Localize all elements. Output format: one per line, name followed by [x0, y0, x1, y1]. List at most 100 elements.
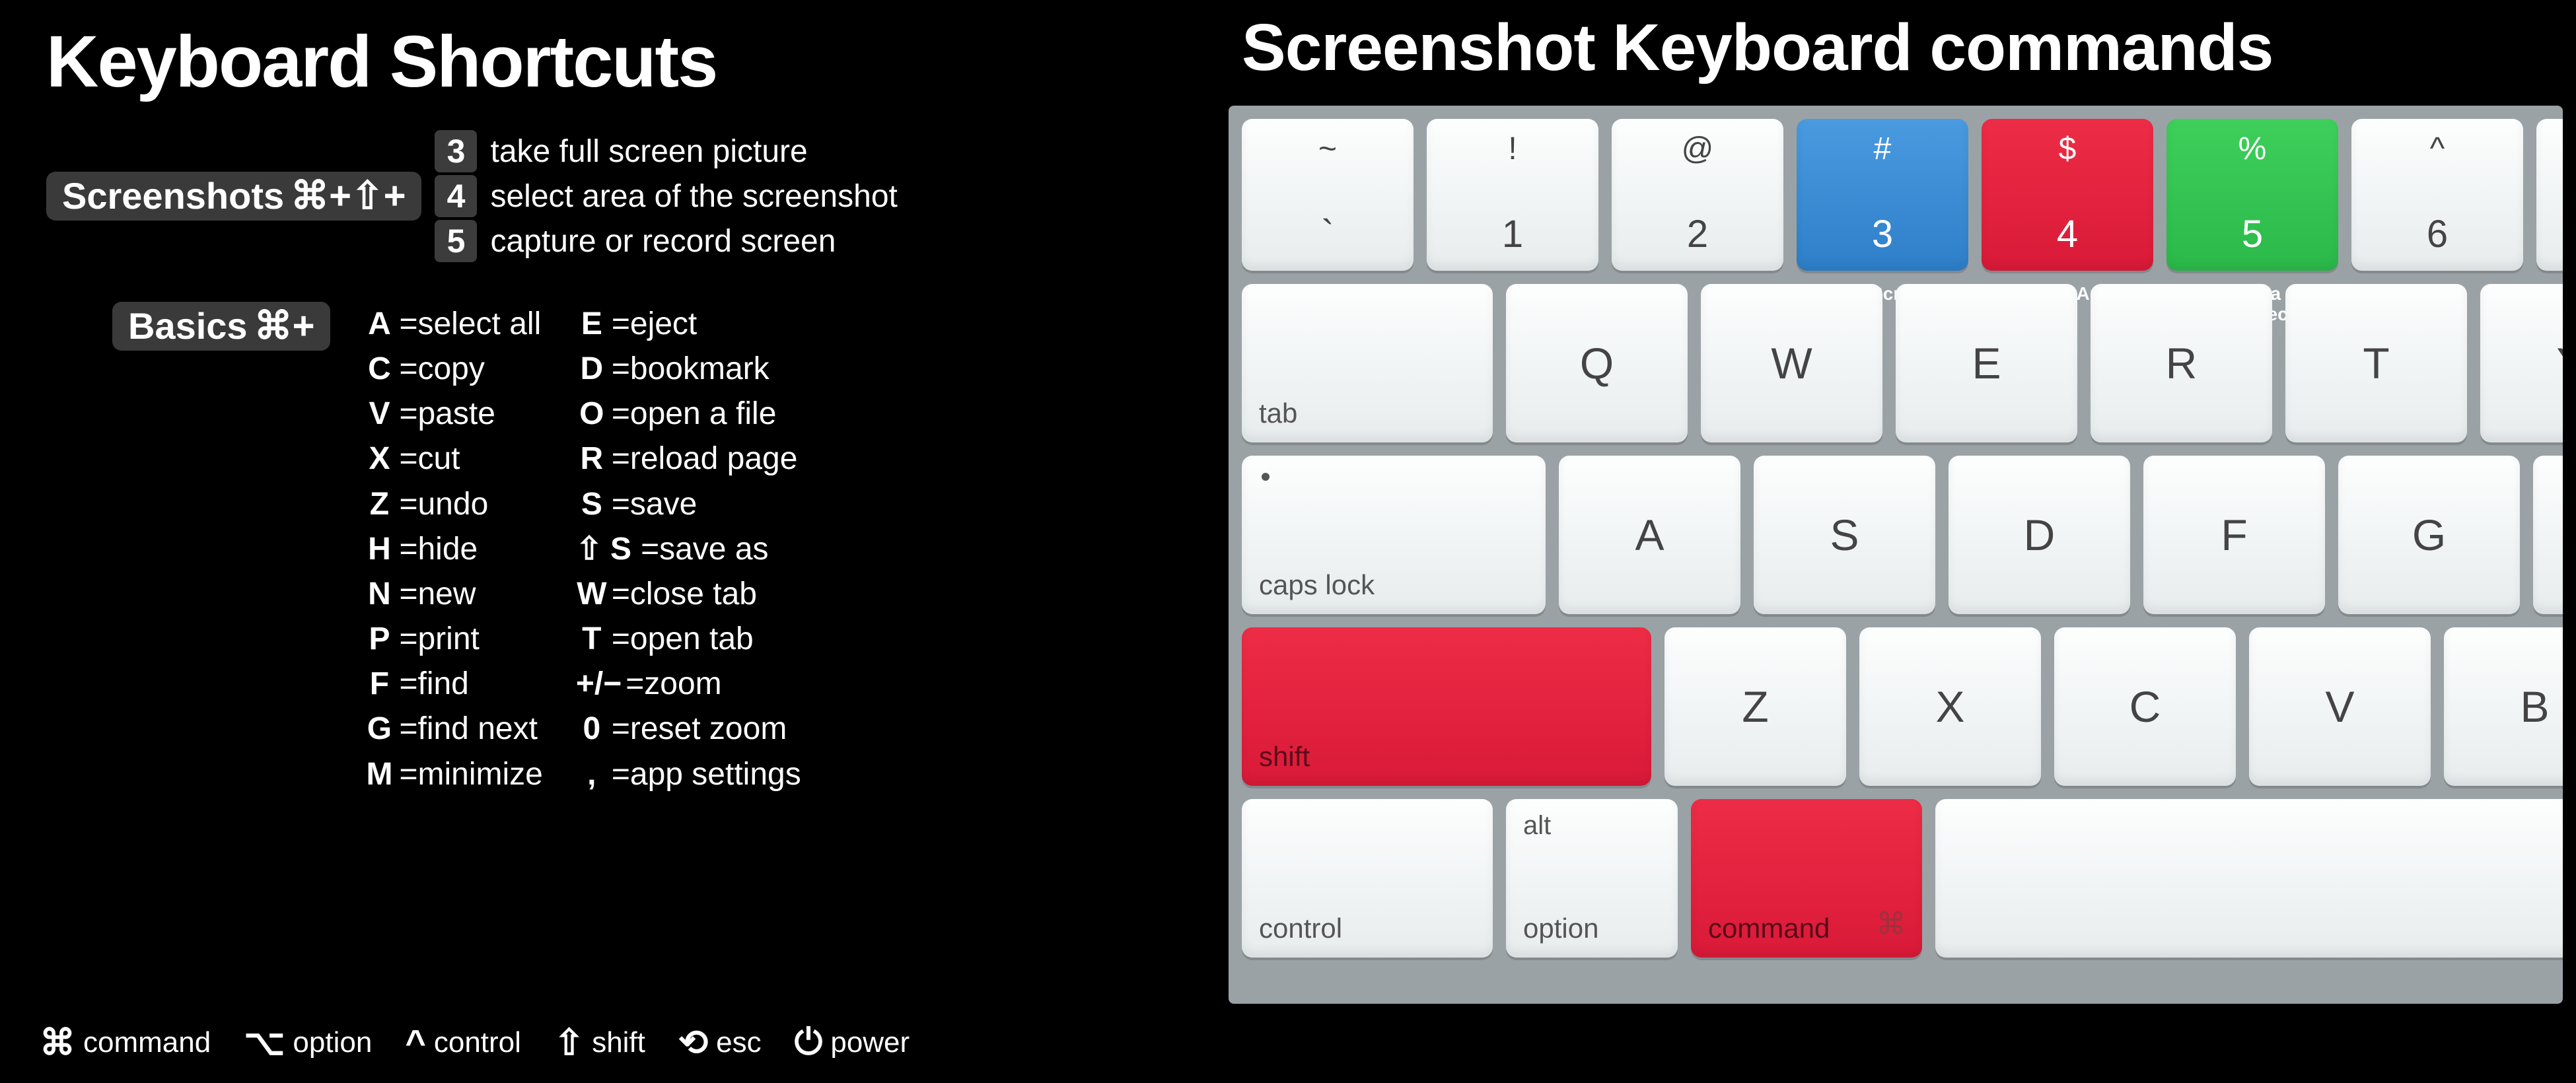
- key-V: V: [2249, 627, 2431, 786]
- screenshots-combo: ⌘+⇧+: [291, 177, 406, 215]
- shortcut-key: W: [576, 572, 608, 617]
- shortcut-key: +/−: [576, 662, 622, 707]
- basics-row: W =close tab: [576, 572, 801, 617]
- key-R: R: [2091, 284, 2272, 442]
- key-D: D: [1949, 456, 2130, 614]
- key-3: #3Full Screen: [1797, 119, 1968, 271]
- desc-4: select area of the screenshot: [490, 178, 897, 215]
- legend-item: ⌥option: [244, 1022, 372, 1063]
- key-H: H: [2533, 456, 2563, 614]
- basics-row: H =hide: [363, 527, 542, 572]
- basics-col-2: E =ejectD =bookmarkO =open a fileR =relo…: [576, 302, 801, 797]
- shortcut-desc: =reset zoom: [612, 707, 787, 751]
- shortcut-desc: =minimize: [399, 752, 542, 797]
- key-bottom-glyph: 5: [2166, 212, 2338, 256]
- key-top-glyph: ^: [2351, 131, 2523, 167]
- key-A: A: [1559, 456, 1740, 614]
- screenshot-keys-list: 3 take full screen picture 4 select area…: [435, 130, 897, 262]
- legend-name: command: [83, 1026, 211, 1059]
- key-C: C: [2054, 627, 2236, 786]
- key-top-glyph: %: [2166, 131, 2338, 167]
- screenshot-row-3: 3 take full screen picture: [435, 130, 897, 172]
- basics-row: R =reload page: [576, 437, 801, 481]
- key-S: S: [1754, 456, 1935, 614]
- basics-row: D =bookmark: [576, 347, 801, 392]
- basics-row: E =eject: [576, 302, 801, 347]
- legend-item: ⟲esc: [678, 1022, 762, 1063]
- key-caps-label: caps lock: [1259, 569, 1375, 601]
- shortcut-desc: =open a file: [612, 392, 777, 437]
- key-option: alt option: [1506, 799, 1678, 958]
- basics-text: Basics: [128, 308, 248, 345]
- basics-col-1: A =select allC =copyV =pasteX =cutZ =und…: [363, 302, 542, 797]
- keyboard-row-qwerty: tab QWERTY: [1242, 284, 2563, 442]
- key-6: ^6: [2351, 119, 2523, 271]
- key-tab-label: tab: [1259, 398, 1297, 429]
- legend-symbol-icon: ⌘: [40, 1022, 75, 1063]
- screenshots-text: Screenshots: [62, 178, 284, 215]
- basics-row: N =new: [363, 572, 542, 617]
- key-Z: Z: [1664, 627, 1846, 786]
- legend-name: control: [434, 1026, 521, 1059]
- key-top-glyph: $: [1982, 131, 2153, 167]
- key-letter: G: [2412, 510, 2446, 560]
- shortcut-key: Z: [363, 482, 395, 527]
- key-top-glyph: #: [1797, 131, 1968, 167]
- shortcut-key: H: [363, 527, 395, 572]
- basics-row: +/− =zoom: [576, 662, 801, 707]
- legend-symbol-icon: ⌥: [244, 1022, 285, 1063]
- key-T: T: [2285, 284, 2467, 442]
- basics-row: P =print: [363, 617, 542, 662]
- key-letter: Y: [2556, 338, 2563, 388]
- key-shift: shift: [1242, 627, 1651, 786]
- key-bottom-glyph: 6: [2351, 212, 2523, 256]
- shortcut-key: 0: [576, 707, 608, 751]
- capslock-indicator-icon: [1262, 473, 1270, 481]
- title-keyboard: Screenshot Keyboard commands: [1242, 10, 2563, 86]
- legend-name: esc: [716, 1026, 761, 1059]
- key-top-glyph: !: [1427, 131, 1598, 167]
- legend-item: ⏻power: [795, 1022, 910, 1063]
- shortcut-desc: =bookmark: [612, 347, 769, 392]
- key-bottom-glyph: 7: [2536, 212, 2563, 256]
- shortcut-desc: =eject: [612, 302, 697, 347]
- basics-columns: A =select allC =copyV =pasteX =cutZ =und…: [363, 302, 801, 797]
- shortcut-desc: =save as: [641, 527, 768, 572]
- shortcut-key: N: [363, 572, 395, 617]
- key-letter: W: [1771, 338, 1812, 388]
- key-letter: T: [2363, 338, 2389, 388]
- shortcut-desc: =app settings: [612, 752, 801, 797]
- screenshots-label: Screenshots ⌘+⇧+: [46, 172, 421, 221]
- shortcut-desc: =copy: [399, 347, 484, 392]
- key-bottom-glyph: 1: [1427, 212, 1598, 256]
- shortcut-key: R: [576, 437, 608, 481]
- keyboard-row-asdf: caps lock ASDFGH: [1242, 456, 2563, 614]
- key-B: B: [2444, 627, 2563, 786]
- shortcut-key: A: [363, 302, 395, 347]
- shortcut-key: P: [363, 617, 395, 662]
- shortcut-key: F: [363, 662, 395, 707]
- keyboard-row-zxcv: shift ZXCVBN: [1242, 627, 2563, 786]
- screenshot-row-5: 5 capture or record screen: [435, 220, 897, 262]
- modifier-legend: ⌘command⌥option^control⇧shift⟲esc⏻power: [40, 1022, 910, 1063]
- key-7: &7: [2536, 119, 2563, 271]
- key-Y: Y: [2480, 284, 2563, 442]
- shortcut-key: S: [576, 482, 608, 527]
- shortcut-desc: =find next: [399, 707, 537, 751]
- key-control-label: control: [1259, 913, 1342, 944]
- shortcut-desc: =new: [399, 572, 476, 617]
- screenshot-row-4: 4 select area of the screenshot: [435, 175, 897, 217]
- key-bottom-glyph: 3: [1797, 212, 1968, 256]
- shortcut-desc: =paste: [399, 392, 495, 437]
- shortcut-desc: =cut: [399, 437, 460, 481]
- shortcut-desc: =open tab: [612, 617, 754, 662]
- key-letter: Q: [1580, 338, 1614, 388]
- key-top-glyph: &: [2536, 131, 2563, 167]
- shortcut-key: C: [363, 347, 395, 392]
- shortcut-desc: =close tab: [612, 572, 757, 617]
- key-W: W: [1701, 284, 1882, 442]
- shortcut-desc: =save: [612, 482, 697, 527]
- shortcut-key: G: [363, 707, 395, 751]
- shortcut-desc: =select all: [399, 302, 541, 347]
- legend-symbol-icon: ^: [405, 1022, 426, 1063]
